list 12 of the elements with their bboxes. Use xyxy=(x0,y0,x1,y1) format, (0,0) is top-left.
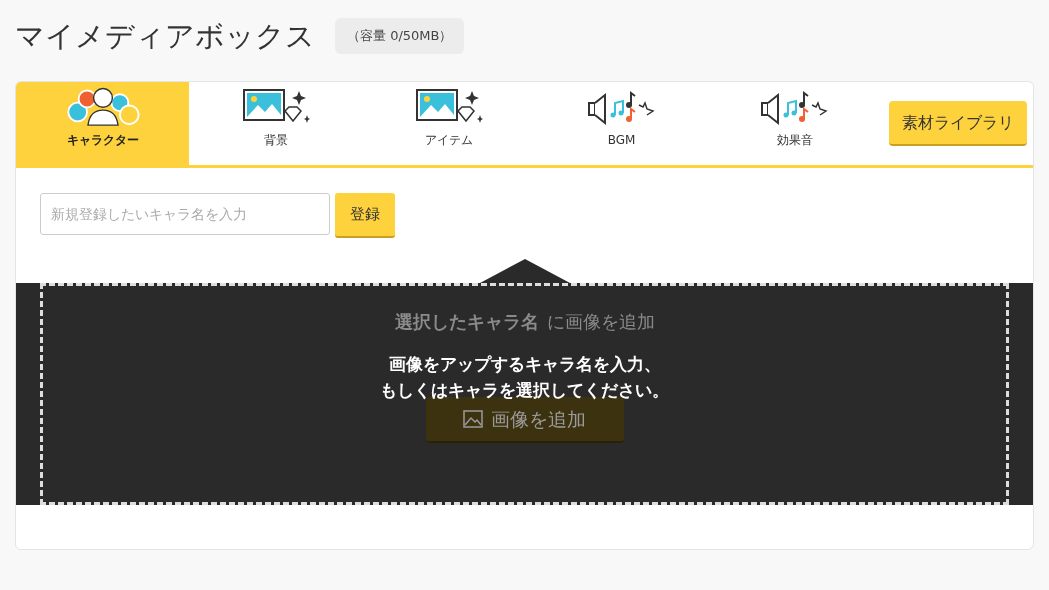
library-button[interactable]: 素材ライブラリ xyxy=(889,101,1027,146)
character-name-field[interactable]: 新規登録したいキャラ名を入力 xyxy=(40,193,330,235)
capacity-badge: （容量 0/50MB） xyxy=(335,18,465,54)
media-tab[interactable]: キャラクター xyxy=(16,82,189,165)
speaker-music-icon xyxy=(586,91,657,127)
speaker-music-icon xyxy=(759,91,830,127)
page-title: マイメディアボックス xyxy=(15,21,315,51)
drop-heading: に画像を追加 xyxy=(546,310,655,334)
overlay-message: 画像をアップするキャラ名を入力、 xyxy=(388,353,661,376)
register-button[interactable]: 登録 xyxy=(335,193,395,238)
target-name: 選択したキャラ名 xyxy=(394,310,539,334)
image-icon xyxy=(463,410,483,428)
